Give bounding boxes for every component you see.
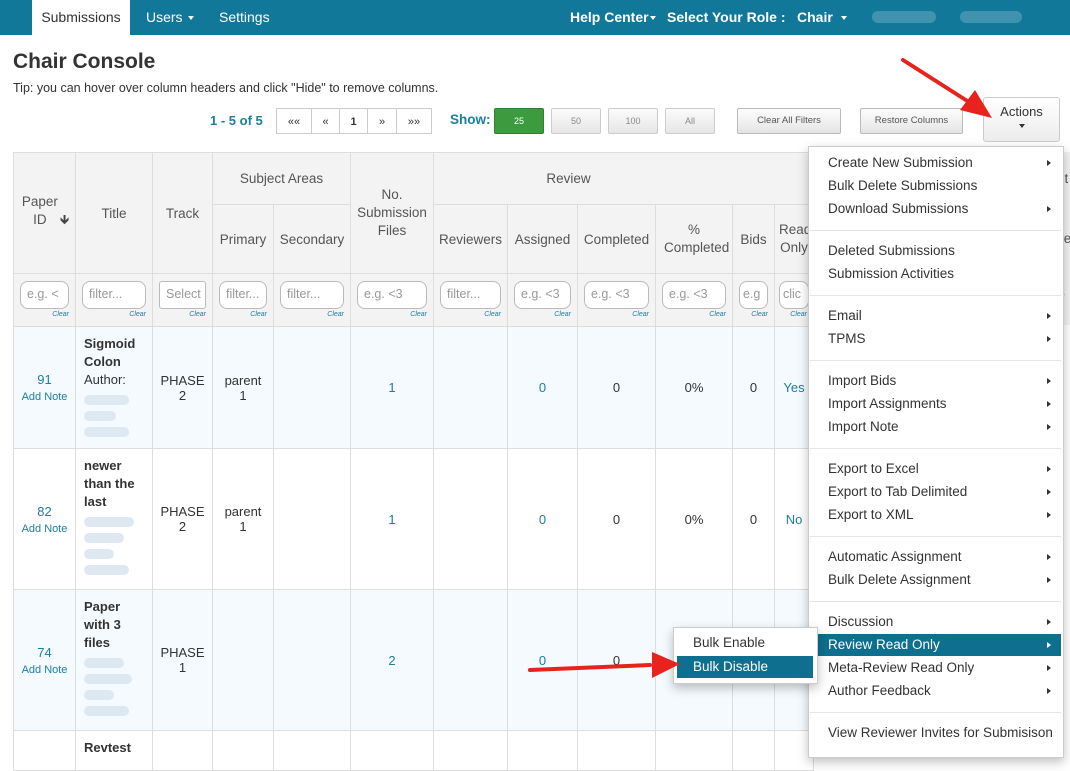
annotation-arrow bbox=[901, 58, 992, 118]
annotation-arrow bbox=[528, 652, 680, 678]
annotation-arrows bbox=[528, 58, 992, 678]
